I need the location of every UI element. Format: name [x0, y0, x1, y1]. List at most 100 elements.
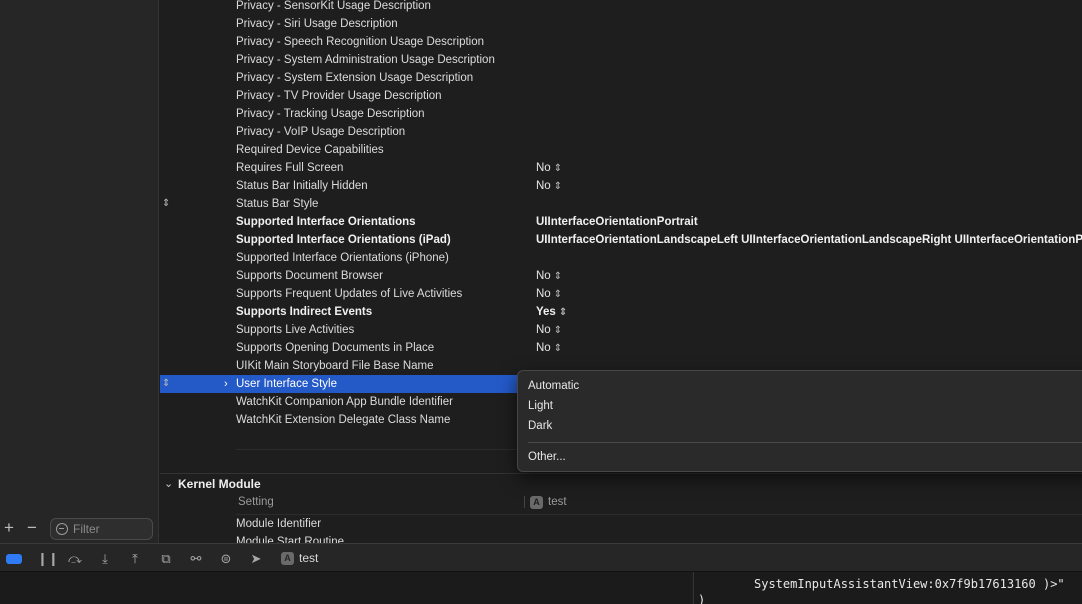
plist-row[interactable]: Required Device Capabilities — [160, 141, 1082, 159]
row-key: Module Identifier — [236, 518, 322, 530]
view-hierarchy-icon[interactable]: ⧉ — [158, 551, 174, 567]
memory-graph-icon[interactable]: ⚯ — [188, 551, 204, 567]
pause-icon[interactable]: ❙❙ — [37, 551, 59, 567]
setting-header-row: Setting A test — [160, 493, 1082, 511]
row-key: Privacy - TV Provider Usage Description — [236, 90, 442, 102]
filter-icon — [56, 523, 68, 535]
plist-row[interactable]: Privacy - Tracking Usage Description — [160, 105, 1082, 123]
row-key: UIKit Main Storyboard File Base Name — [236, 360, 434, 372]
row-key: WatchKit Extension Delegate Class Name — [236, 414, 451, 426]
row-key: Supports Opening Documents in Place — [236, 342, 435, 354]
row-key: WatchKit Companion App Bundle Identifier — [236, 396, 453, 408]
simulate-location-icon[interactable]: ➤ — [248, 551, 264, 567]
target-column-label: test — [548, 496, 567, 508]
filter-placeholder: Filter — [73, 522, 100, 536]
plist-row[interactable]: Supported Interface Orientations (iPhone… — [160, 249, 1082, 267]
plist-row[interactable]: Supports Indirect Events Yes ⇕ — [160, 303, 1082, 321]
step-out-icon[interactable]: ⤒ — [127, 551, 143, 567]
row-key: Supported Interface Orientations — [236, 216, 416, 228]
setting-column-label: Setting — [238, 496, 274, 508]
row-key: Supported Interface Orientations (iPad) — [236, 234, 451, 246]
row-value[interactable]: No ⇕ — [536, 267, 562, 285]
plist-row[interactable]: Privacy - SensorKit Usage Description — [160, 0, 1082, 15]
console-output[interactable]: SystemInputAssistantView:0x7f9b17613160 … — [693, 572, 1082, 604]
menu-item-light[interactable]: Light — [528, 397, 553, 415]
popup-stepper-icon[interactable]: ⇕ — [554, 289, 562, 300]
row-value: UIInterfaceOrientationPortrait — [536, 213, 698, 231]
row-key: Privacy - Speech Recognition Usage Descr… — [236, 36, 485, 48]
row-value-text: No — [536, 324, 551, 336]
plist-row[interactable]: Privacy - System Administration Usage De… — [160, 51, 1082, 69]
column-divider — [524, 496, 525, 508]
value-popup-menu: Automatic Light Dark Other... — [517, 370, 1082, 472]
plist-row[interactable]: Supports Live Activities No ⇕ — [160, 321, 1082, 339]
row-value: UIInterfaceOrientationLandscapeLeft UIIn… — [536, 231, 1082, 249]
disclosure-chevron-icon[interactable]: › — [224, 375, 228, 393]
add-icon[interactable]: + — [0, 519, 18, 537]
menu-item-other[interactable]: Other... — [528, 448, 566, 466]
key-type-stepper-icon[interactable]: ⇕ — [162, 195, 170, 213]
row-key: User Interface Style — [236, 378, 337, 390]
row-value-text: UIInterfaceOrientationLandscapeLeft UIIn… — [536, 234, 1082, 246]
row-value[interactable]: No ⇕ — [536, 177, 562, 195]
popup-stepper-icon[interactable]: ⇕ — [554, 181, 562, 192]
row-key: Privacy - System Administration Usage De… — [236, 54, 495, 66]
plist-row[interactable]: Privacy - TV Provider Usage Description — [160, 87, 1082, 105]
step-over-icon[interactable]: ⤼ — [67, 551, 83, 567]
popup-stepper-icon[interactable]: ⇕ — [554, 343, 562, 354]
step-into-icon[interactable]: ⤓ — [97, 551, 113, 567]
row-key: Supported Interface Orientations (iPhone… — [236, 252, 449, 264]
plist-row[interactable]: Requires Full Screen No ⇕ — [160, 159, 1082, 177]
console-line: SystemInputAssistantView:0x7f9b17613160 … — [754, 577, 1065, 591]
row-key: Status Bar Style — [236, 198, 319, 210]
sidebar-footer: + − Filter — [0, 515, 159, 543]
environment-overrides-icon[interactable]: ⊜ — [218, 551, 234, 567]
plist-row[interactable]: Module Start Routine — [160, 533, 1082, 543]
remove-icon[interactable]: − — [23, 519, 41, 537]
debug-bar: ❙❙ ⤼ ⤓ ⤒ ⧉ ⚯ ⊜ ➤ A test — [0, 543, 1082, 572]
row-key: Requires Full Screen — [236, 162, 344, 174]
plist-row[interactable]: Supported Interface Orientations UIInterf… — [160, 213, 1082, 231]
plist-row[interactable]: Supports Document Browser No ⇕ — [160, 267, 1082, 285]
row-value[interactable]: No ⇕ — [536, 159, 562, 177]
plist-row[interactable]: Module Identifier — [160, 515, 1082, 533]
variables-pane — [0, 572, 692, 604]
row-key: Supports Live Activities — [236, 324, 355, 336]
row-key: Privacy - SensorKit Usage Description — [236, 0, 431, 12]
menu-item-dark[interactable]: Dark — [528, 417, 552, 435]
breakpoints-toggle-icon[interactable] — [6, 554, 22, 564]
plist-row[interactable]: Privacy - VoIP Usage Description — [160, 123, 1082, 141]
row-value[interactable]: No ⇕ — [536, 339, 562, 357]
popup-stepper-icon[interactable]: ⇕ — [559, 307, 567, 318]
section-title: Kernel Module — [178, 477, 261, 491]
plist-row[interactable]: Privacy - Siri Usage Description — [160, 15, 1082, 33]
row-value[interactable]: No ⇕ — [536, 285, 562, 303]
row-key: Supports Document Browser — [236, 270, 384, 282]
row-value-text: No — [536, 342, 551, 354]
key-type-stepper-icon[interactable]: ⇕ — [162, 375, 170, 393]
plist-row[interactable]: Supports Frequent Updates of Live Activi… — [160, 285, 1082, 303]
row-value-text: No — [536, 180, 551, 192]
popup-stepper-icon[interactable]: ⇕ — [554, 325, 562, 336]
target-app-icon: A — [530, 496, 543, 509]
row-value-text: UIInterfaceOrientationPortrait — [536, 216, 698, 228]
chevron-down-icon[interactable]: ⌄ — [164, 476, 173, 492]
row-value[interactable]: No ⇕ — [536, 321, 562, 339]
row-value-text: No — [536, 288, 551, 300]
filter-input[interactable]: Filter — [50, 518, 153, 540]
plist-row[interactable]: ⇕ Status Bar Style — [160, 195, 1082, 213]
plist-row[interactable]: Privacy - Speech Recognition Usage Descr… — [160, 33, 1082, 51]
plist-row[interactable]: Supports Opening Documents in Place No ⇕ — [160, 339, 1082, 357]
scheme-name[interactable]: test — [299, 550, 318, 566]
row-value[interactable]: Yes ⇕ — [536, 303, 567, 321]
popup-stepper-icon[interactable]: ⇕ — [554, 271, 562, 282]
plist-row[interactable]: Supported Interface Orientations (iPad) U… — [160, 231, 1082, 249]
row-key: Required Device Capabilities — [236, 144, 384, 156]
kernel-module-section-header[interactable]: ⌄ Kernel Module — [160, 473, 1082, 491]
menu-item-automatic[interactable]: Automatic — [528, 377, 579, 395]
row-key: Privacy - Siri Usage Description — [236, 18, 398, 30]
row-key: Status Bar Initially Hidden — [236, 180, 368, 192]
plist-row[interactable]: Privacy - System Extension Usage Descrip… — [160, 69, 1082, 87]
popup-stepper-icon[interactable]: ⇕ — [554, 163, 562, 174]
plist-row[interactable]: Status Bar Initially Hidden No ⇕ — [160, 177, 1082, 195]
